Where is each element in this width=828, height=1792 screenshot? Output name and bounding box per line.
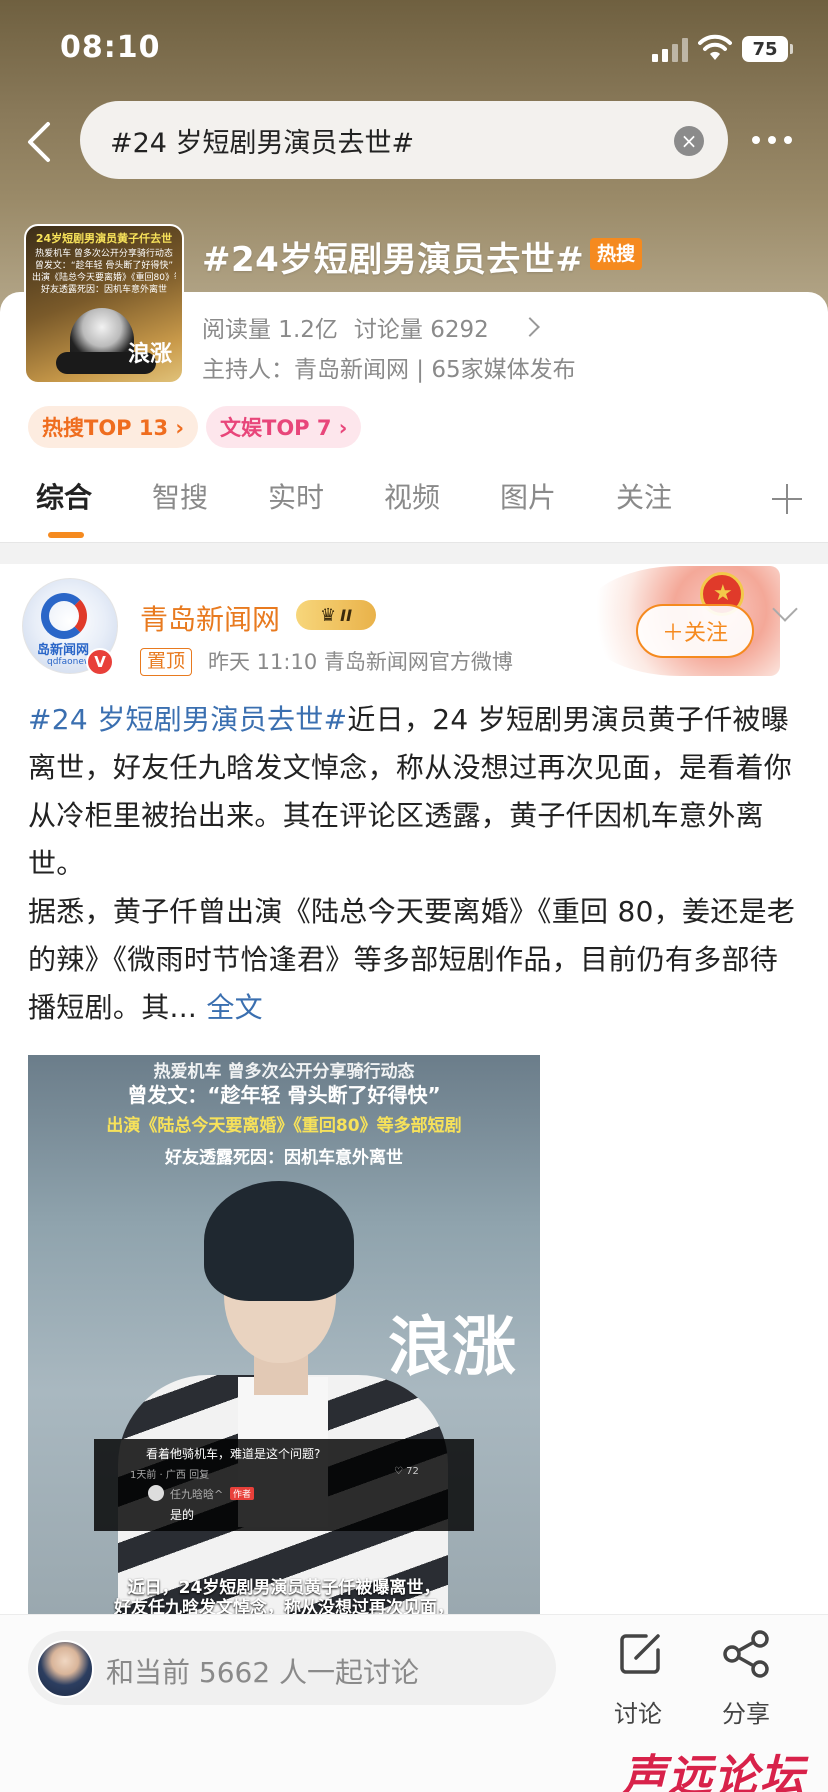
topic-thumbnail[interactable]: 24岁短剧男演员黄子仟去世 热爱机车 曾多次公开分享骑行动态 曾发文：“趁年轻 … (24, 224, 184, 384)
discuss-label: 讨论 (614, 1700, 662, 1728)
verified-icon: V (86, 648, 114, 676)
vip-level: II (340, 605, 353, 625)
hot-search-rank-badge[interactable]: 热搜TOP 13 › (28, 406, 199, 448)
avatar-label: 岛新闻网 (37, 643, 90, 658)
pinned-tag: 置顶 (140, 648, 193, 676)
comment-screenshot: 看着他骑机车，难道是这个问题? 1天前 · 广西 回复 ♡ 72 任九晗晗^ 作… (94, 1439, 474, 1531)
thumb-caption: 好友透露死因：因机车意外离世 (40, 285, 167, 295)
entertainment-rank-badge[interactable]: 文娱TOP 7 › (206, 406, 362, 448)
comment-question: 看着他骑机车，难道是这个问题? (146, 1447, 321, 1461)
more-icon[interactable] (752, 130, 802, 150)
follow-button[interactable]: ＋关注 (636, 604, 754, 658)
author-tag: 作者 (230, 1487, 255, 1500)
thumb-caption: 24岁短剧男演员黄子仟去世 (35, 232, 173, 245)
post-image[interactable]: 热爱机车 曾多次公开分享骑行动态 曾发文：“趁年轻 骨头断了好得快” 出演《陆总… (28, 1055, 540, 1615)
chevron-right-icon (519, 317, 540, 337)
comment-meta: 1天前 · 广西 回复 (130, 1470, 210, 1481)
image-caption: 出演《陆总今天要离婚》《重回80》等多部短剧 (106, 1116, 462, 1136)
tab-smart-search[interactable]: 智搜 (152, 476, 208, 516)
search-query: #24 岁短剧男演员去世# (110, 127, 415, 159)
read-more-link[interactable]: 全文 (206, 991, 263, 1024)
tab-comprehensive[interactable]: 综合 (36, 476, 92, 516)
section-divider (0, 542, 828, 564)
post-paragraph-2: 据悉，黄子仟曾出演《陆总今天要离婚》《重回 80，姜还是老的辣》《微雨时节恰逢君… (28, 895, 796, 1024)
topic-host: 主持人：青岛新闻网 | 65家媒体发布 (202, 357, 576, 383)
post-meta: 昨天 11:10 青岛新闻网官方微博 (208, 650, 513, 674)
commenter-avatar (148, 1485, 164, 1501)
discussion-count: 讨论量 6292 (353, 317, 489, 343)
battery-icon: 75 (742, 36, 793, 62)
plus-icon[interactable] (772, 484, 802, 514)
edit-icon (620, 1634, 660, 1674)
active-tab-indicator (48, 532, 84, 538)
thumb-watermark: 浪涨 (127, 341, 172, 367)
person-hair (204, 1181, 354, 1301)
reply-text: 是的 (170, 1508, 195, 1522)
post-text: #24 岁短剧男演员去世#近日，24 岁短剧男演员黄子仟被曝离世，好友任九晗发文… (28, 696, 804, 1032)
tab-realtime[interactable]: 实时 (268, 476, 324, 516)
hot-badge: 热搜 (590, 238, 642, 270)
topic-title: #24岁短剧男演员去世# (202, 240, 585, 280)
image-watermark: 浪涨 (388, 1310, 516, 1385)
vip-badge[interactable]: ♛ II (296, 600, 376, 630)
status-time: 08:10 (60, 30, 161, 65)
share-label: 分享 (722, 1700, 770, 1728)
discuss-button[interactable]: 讨论 (598, 1624, 678, 1734)
user-avatar (36, 1640, 94, 1698)
reply-username: 任九晗晗^ (170, 1488, 224, 1501)
discussion-input[interactable]: 和当前 5662 人一起讨论 (28, 1631, 556, 1705)
forum-watermark-logo: 声远论坛 (622, 1751, 806, 1792)
search-input[interactable]: #24 岁短剧男演员去世# × (80, 101, 728, 179)
tab-following[interactable]: 关注 (616, 476, 672, 516)
tab-bar: 综合 智搜 实时 视频 图片 关注 (0, 476, 828, 542)
crown-icon: ♛ (319, 604, 337, 626)
share-button[interactable]: 分享 (706, 1624, 786, 1734)
share-icon (723, 1630, 769, 1678)
post-hashtag-link[interactable]: #24 岁短剧男演员去世# (28, 703, 347, 736)
signal-icon (652, 38, 688, 62)
topic-stats[interactable]: 阅读量 1.2亿 讨论量 6292 (202, 310, 540, 344)
image-caption: 好友透露死因：因机车意外离世 (165, 1148, 403, 1168)
comment-likes: ♡ 72 (394, 1466, 419, 1477)
tab-images[interactable]: 图片 (500, 476, 556, 516)
read-count: 阅读量 1.2亿 (202, 317, 338, 343)
discussion-placeholder: 和当前 5662 人一起讨论 (106, 1656, 420, 1689)
tab-video[interactable]: 视频 (384, 476, 440, 516)
back-icon[interactable] (18, 116, 62, 168)
image-caption: 曾发文：“趁年轻 骨头断了好得快” (127, 1083, 441, 1107)
author-name[interactable]: 青岛新闻网 (140, 598, 280, 638)
news-logo-icon (41, 593, 87, 639)
image-subtitle: 好友任九晗发文悼念，称从没想过再次见面， (114, 1598, 454, 1615)
wifi-icon (698, 34, 732, 60)
clear-icon[interactable]: × (674, 126, 704, 156)
